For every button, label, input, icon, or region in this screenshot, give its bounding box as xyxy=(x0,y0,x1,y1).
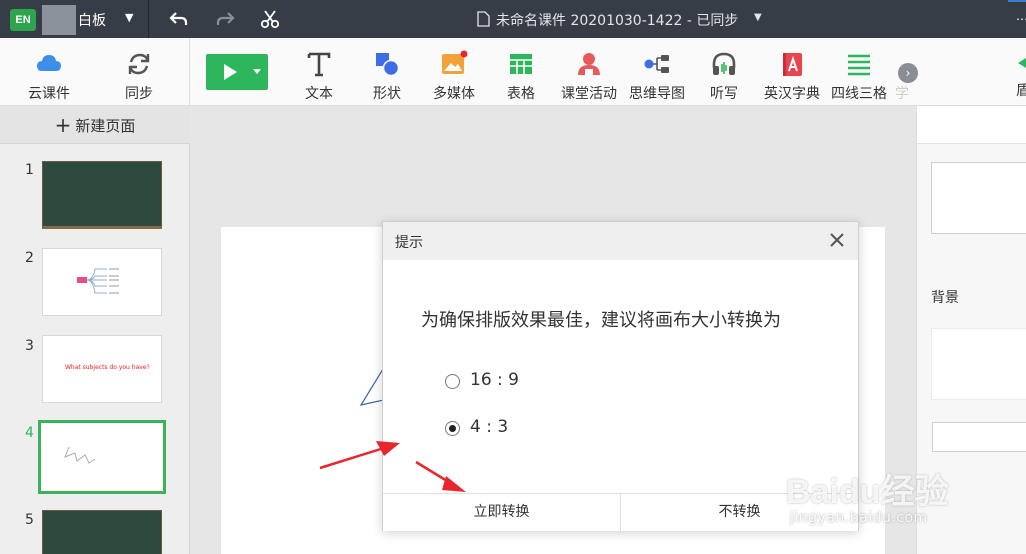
toolbar-cut-off-label: 学 xyxy=(895,86,909,102)
sync-button[interactable]: 同步 xyxy=(108,38,170,106)
toolbar-label: 文本 xyxy=(305,86,333,102)
toolbar-label: 四线三格 xyxy=(831,86,887,102)
shape-tool-button[interactable]: 形状 xyxy=(360,38,414,106)
slide-number: 4 xyxy=(25,425,34,441)
class-activity-button[interactable]: 课堂活动 xyxy=(556,38,622,106)
dictionary-icon xyxy=(783,53,802,76)
radio-4-3[interactable] xyxy=(445,421,460,436)
shape-icon xyxy=(376,53,400,77)
new-page-label: 新建页面 xyxy=(75,117,136,135)
option-label: 16 : 9 xyxy=(470,370,519,390)
mindmap-button[interactable]: 思维导图 xyxy=(624,38,690,106)
toolbar: 云课件 同步 文本 形状 多媒体 表格 课堂活动 思维导图 听写 英汉字典 四线… xyxy=(0,38,1026,106)
four-lines-icon xyxy=(848,54,870,76)
slide-thumbnail[interactable] xyxy=(42,248,162,316)
toolbar-label: 课堂活动 xyxy=(561,86,617,102)
table-tool-button[interactable]: 表格 xyxy=(494,38,548,106)
toolbar-label: 听写 xyxy=(710,86,738,102)
app-menu-caret-icon[interactable]: ▼ xyxy=(125,11,133,24)
convert-now-button[interactable]: 立即转换 xyxy=(383,494,621,531)
app-name[interactable]: 白板 xyxy=(78,10,106,30)
slide-thumbnail[interactable] xyxy=(42,510,162,554)
drawing-preview xyxy=(64,446,96,464)
toolbar-label: 表格 xyxy=(507,86,535,102)
text-icon xyxy=(307,52,331,77)
text-tool-button[interactable]: 文本 xyxy=(292,38,346,106)
new-page-button[interactable]: + 新建页面 xyxy=(0,106,190,144)
properties-header xyxy=(917,106,1026,144)
class-activity-icon xyxy=(578,53,600,75)
dialog-title: 提示 xyxy=(395,235,423,251)
undo-icon[interactable] xyxy=(168,8,190,30)
toolbar-label: 思维导图 xyxy=(629,86,685,102)
toolbar-label: 同步 xyxy=(125,86,153,102)
table-icon xyxy=(510,54,532,74)
share-icon[interactable]: ⋯ xyxy=(1016,12,1026,26)
watermark-brand: Baidu经验 xyxy=(786,473,949,511)
watermark-url: jingyan.baidu.com xyxy=(790,510,928,526)
plus-icon: + xyxy=(54,113,72,137)
image-icon xyxy=(442,50,468,74)
option-label: 4 : 3 xyxy=(470,417,509,437)
toolbar-scroll-right-icon[interactable]: › xyxy=(898,63,918,83)
slide-number: 1 xyxy=(25,162,34,178)
right-tool-icon[interactable] xyxy=(1018,58,1026,68)
title-bar: EN 白板 ▼ 未命名课件 20201030-1422 - 已同步 ▼ ⋯ xyxy=(0,0,1026,38)
toolbar-divider xyxy=(189,38,190,106)
slide-number: 3 xyxy=(25,338,34,354)
dictation-button[interactable]: 听写 xyxy=(698,38,750,106)
redo-icon[interactable] xyxy=(214,8,236,30)
four-lines-button[interactable]: 四线三格 xyxy=(826,38,892,106)
app-logo: EN xyxy=(10,9,36,31)
cloud-courseware-button[interactable]: 云课件 xyxy=(18,38,80,106)
close-icon[interactable] xyxy=(827,230,847,250)
sync-icon xyxy=(128,53,150,75)
dictionary-button[interactable]: 英汉字典 xyxy=(758,38,826,106)
slide-thumbnail-text: What subjects do you have? xyxy=(65,364,150,371)
mindmap-icon xyxy=(644,55,669,73)
background-input[interactable] xyxy=(932,422,1026,452)
preview-box xyxy=(931,162,1026,234)
avatar[interactable] xyxy=(42,5,76,35)
right-tool-label: 盾 xyxy=(1016,83,1026,99)
background-label: 背景 xyxy=(931,290,959,306)
watermark: Baidu经验 jingyan.baidu.com xyxy=(786,464,986,534)
document-icon xyxy=(477,11,490,27)
slide-number: 2 xyxy=(25,250,34,266)
toolbar-label: 云课件 xyxy=(28,86,70,102)
radio-16-9[interactable] xyxy=(445,374,460,389)
toolbar-label: 多媒体 xyxy=(433,86,475,102)
headphones-icon xyxy=(712,52,736,75)
title-divider xyxy=(148,0,149,38)
slide-panel: + 新建页面 1 2 3 What subjects do you have? 4… xyxy=(0,106,190,554)
multimedia-button[interactable]: 多媒体 xyxy=(424,38,484,106)
mindmap-preview xyxy=(77,268,119,294)
slide-thumbnail-active[interactable] xyxy=(38,420,166,494)
slide-number: 5 xyxy=(25,512,34,528)
document-menu-caret-icon[interactable]: ▼ xyxy=(754,12,762,23)
toolbar-label: 形状 xyxy=(373,86,401,102)
document-title[interactable]: 未命名课件 20201030-1422 - 已同步 xyxy=(496,10,738,30)
toolbar-label: 英汉字典 xyxy=(764,86,820,102)
chevron-down-icon[interactable] xyxy=(253,69,261,75)
slide-thumbnail[interactable] xyxy=(42,161,162,229)
dialog-header: 提示 xyxy=(383,222,858,260)
scissors-icon[interactable] xyxy=(259,8,281,30)
play-button[interactable] xyxy=(206,54,268,90)
background-picker[interactable] xyxy=(931,328,1026,400)
window-edge xyxy=(1008,0,1026,2)
play-icon xyxy=(224,64,237,80)
dialog-message: 为确保排版效果最佳，建议将画布大小转换为 xyxy=(421,310,781,331)
cloud-icon xyxy=(37,55,61,71)
slide-thumbnail[interactable]: What subjects do you have? xyxy=(42,335,162,403)
